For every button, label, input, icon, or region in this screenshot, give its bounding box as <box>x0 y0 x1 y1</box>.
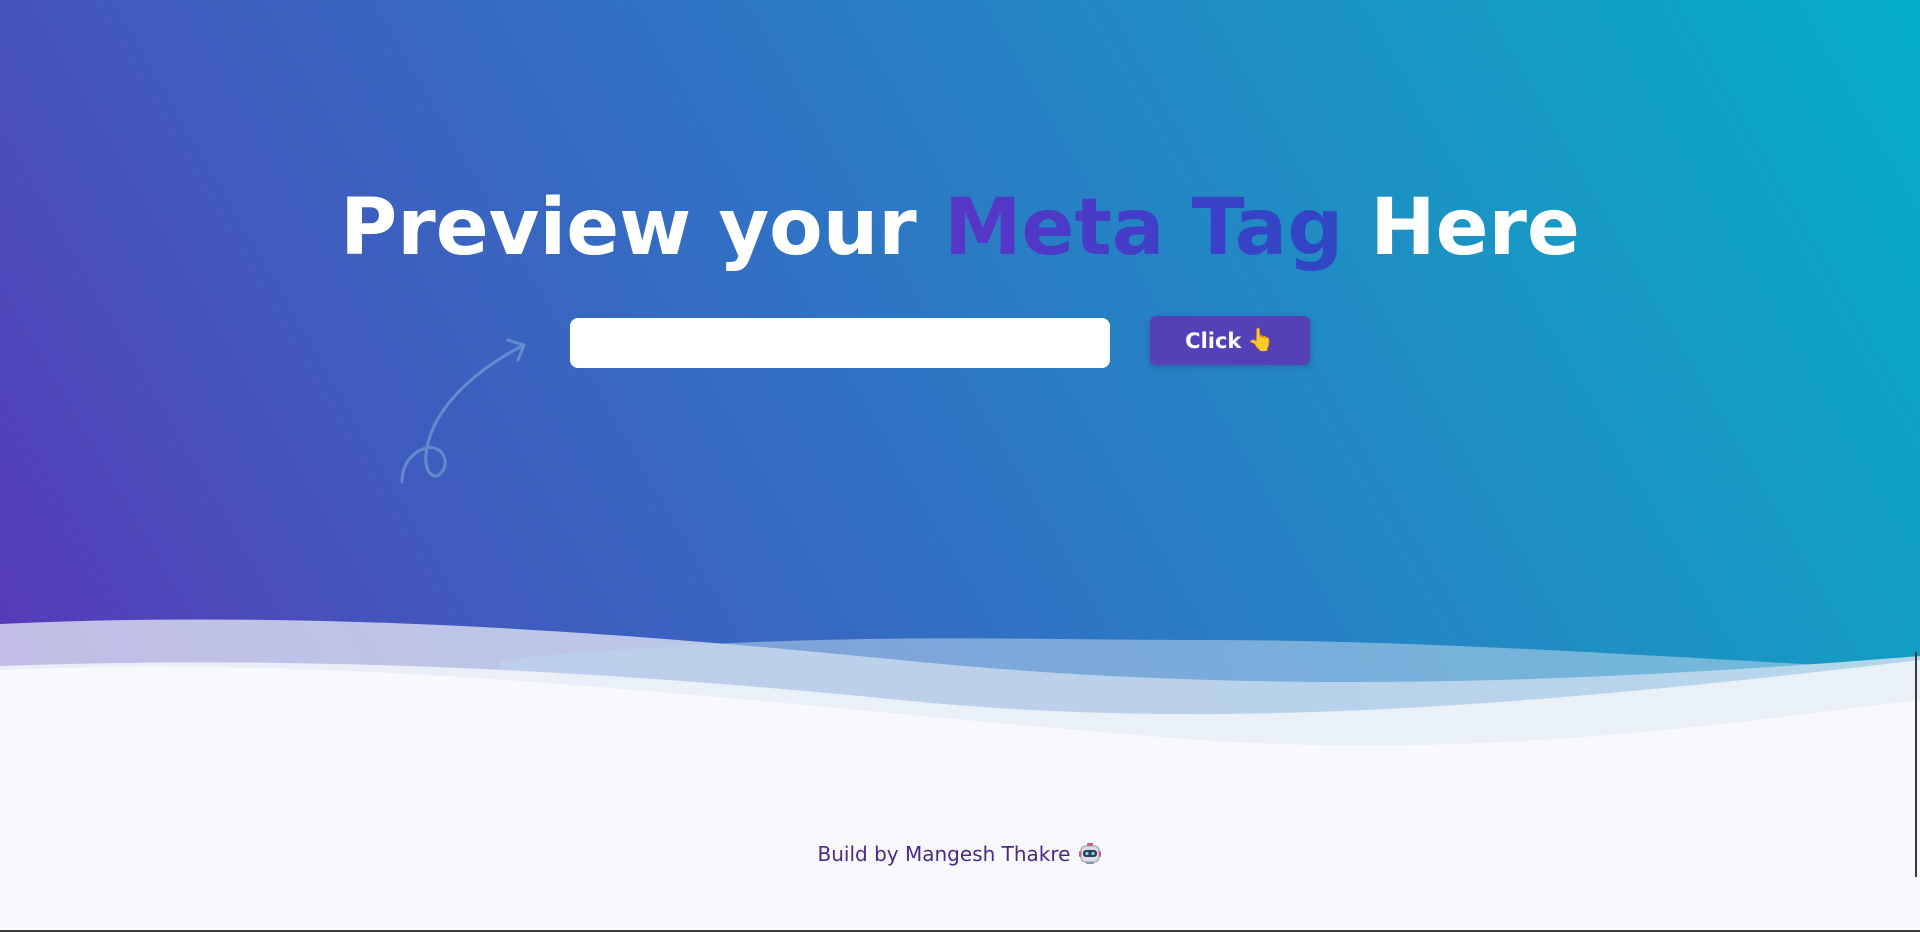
title-prefix: Preview your <box>340 183 944 273</box>
page: Preview your Meta Tag Here Click 👆 Build… <box>0 0 1920 932</box>
wave-divider <box>0 619 1920 800</box>
page-title: Preview your Meta Tag Here <box>0 178 1920 278</box>
scrollbar[interactable] <box>1915 652 1917 877</box>
curly-arrow-icon <box>400 338 526 484</box>
url-input[interactable] <box>570 318 1110 368</box>
footer-credit: Build by Mangesh Thakre <box>817 842 1071 866</box>
footer: Build by Mangesh Thakre <box>0 842 1920 866</box>
title-suffix: Here <box>1343 183 1580 273</box>
title-accent: Meta Tag <box>943 183 1344 273</box>
click-button[interactable]: Click 👆 <box>1150 316 1310 365</box>
click-button-label: Click <box>1185 328 1242 353</box>
pointing-hand-icon: 👆 <box>1247 328 1275 353</box>
robot-icon <box>1079 843 1102 864</box>
